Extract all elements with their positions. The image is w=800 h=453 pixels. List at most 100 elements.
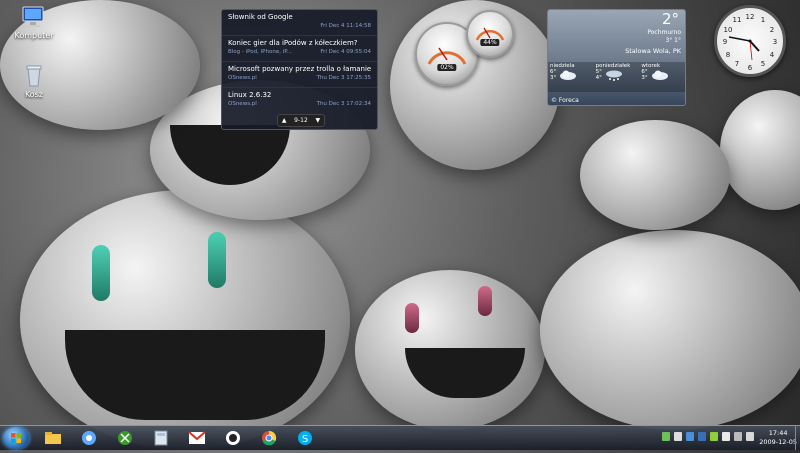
weather-provider[interactable]: © Foreca	[551, 97, 579, 104]
battery-icon[interactable]	[722, 432, 730, 441]
forecast-low: 3°	[641, 75, 648, 81]
rss-item-title: Koniec gier dla iPodów z kółeczkiem?	[228, 39, 358, 47]
forecast-low: 3°	[550, 75, 557, 81]
wallpaper-creature	[580, 120, 730, 230]
forecast-day: wtorek 6° 3°	[639, 62, 685, 92]
show-desktop-button[interactable]	[795, 426, 800, 450]
skype-icon: S	[298, 431, 312, 445]
desktop-icon-recycle-bin[interactable]: Kosz	[6, 64, 62, 99]
taskbar-itunes[interactable]	[74, 428, 104, 448]
wallpaper-eye	[478, 286, 492, 316]
wallpaper-mouth	[65, 330, 325, 420]
desktop-icon-label: Komputer	[14, 31, 54, 40]
weather-forecast: niedziela 6° 3° poniedziałek 5° 4° wtore…	[548, 62, 685, 92]
svg-text:1: 1	[761, 16, 765, 24]
rss-item-title: Słownik od Google	[228, 13, 293, 21]
itunes-icon	[82, 431, 96, 445]
rss-item[interactable]: Słownik od Google Fri Dec 4 11:14:58	[222, 10, 377, 36]
rss-item-date: Fri Dec 4 11:14:58	[320, 23, 371, 29]
forecast-day: niedziela 6° 3°	[548, 62, 594, 92]
taskbar-time: 17:44	[768, 429, 788, 437]
taskbar-skype[interactable]: S	[290, 428, 320, 448]
analog-clock-gadget[interactable]: 12 3 6 9 12 45 7 8 10 11	[714, 5, 786, 77]
rss-item[interactable]: Linux 2.6.32 OSnews.pl Thu Dec 3 17:02:34	[222, 88, 377, 114]
network-icon[interactable]	[662, 432, 670, 441]
chrome-icon	[262, 430, 277, 446]
taskbar-xbox[interactable]	[110, 428, 140, 448]
taskbar-calculator[interactable]	[146, 428, 176, 448]
forecast-low: 4°	[595, 75, 602, 81]
snow-cloud-icon	[605, 70, 622, 81]
svg-text:7: 7	[735, 60, 739, 68]
update-icon[interactable]	[698, 432, 706, 441]
svg-text:4: 4	[770, 51, 775, 59]
volume-icon[interactable]	[746, 432, 754, 441]
weather-gadget[interactable]: 2° Pochmurno 3° 1° Stalowa Wola, PK nied…	[547, 9, 686, 106]
windows-logo-icon	[11, 433, 21, 443]
explorer-icon	[45, 432, 61, 444]
previous-page-icon[interactable]: ▲	[282, 117, 287, 124]
cpu-percent: 02%	[437, 63, 457, 71]
wallpaper-creature	[720, 90, 800, 210]
taskbar: S 17:44 2009-12-05	[0, 425, 800, 450]
wallpaper-eye	[405, 303, 419, 333]
svg-text:2: 2	[770, 26, 774, 34]
rss-item-source: OSnews.pl	[228, 101, 257, 107]
svg-text:S: S	[302, 434, 308, 445]
svg-text:8: 8	[726, 51, 730, 59]
svg-text:12: 12	[746, 13, 755, 21]
xbox-icon	[118, 431, 132, 445]
weather-condition: Pochmurno	[647, 29, 681, 36]
computer-icon	[20, 5, 48, 29]
antivirus-icon[interactable]	[710, 432, 718, 441]
memory-percent: 44%	[480, 39, 500, 47]
rss-item-date: Thu Dec 3 17:25:35	[316, 75, 371, 81]
svg-text:11: 11	[733, 16, 742, 24]
cloud-icon	[560, 70, 577, 80]
weather-location: Stalowa Wola, PK	[625, 47, 681, 55]
weather-temperature: 2°	[661, 10, 679, 28]
rss-item-title: Microsoft pozwany przez trolla o łamanie…	[228, 65, 371, 73]
rss-pager-label: 9-12	[294, 117, 308, 124]
rss-item-source: Blog - iPod, iPhone, iP...	[228, 49, 292, 55]
rss-item-source: OSnews.pl	[228, 75, 257, 81]
clock-face-icon: 12 3 6 9 12 45 78 1011	[723, 13, 777, 72]
wallpaper-eye	[208, 232, 226, 288]
rss-feed-gadget: Słownik od Google Fri Dec 4 11:14:58 Kon…	[221, 9, 378, 130]
bluetooth-icon[interactable]	[686, 432, 694, 441]
recycle-bin-icon	[20, 64, 48, 88]
next-page-icon[interactable]: ▼	[316, 117, 321, 124]
taskbar-clock[interactable]: 17:44 2009-12-05	[759, 429, 797, 447]
taskbar-explorer[interactable]	[38, 428, 68, 448]
rss-pager: ▲ 9-12 ▼	[277, 114, 325, 127]
rss-item[interactable]: Microsoft pozwany przez trolla o łamanie…	[222, 62, 377, 88]
rss-item-title: Linux 2.6.32	[228, 91, 272, 99]
forecast-day: poniedziałek 5° 4°	[594, 62, 640, 92]
svg-text:3: 3	[773, 38, 777, 46]
wallpaper-eye	[92, 245, 110, 301]
calculator-icon	[154, 430, 168, 446]
taskbar-photo-viewer[interactable]	[218, 428, 248, 448]
system-tray	[662, 432, 754, 441]
cloud-icon	[651, 70, 668, 80]
svg-text:10: 10	[724, 26, 733, 34]
taskbar-chrome[interactable]	[254, 428, 284, 448]
photo-viewer-icon	[226, 431, 240, 445]
gauge-dial-icon	[475, 27, 505, 41]
svg-text:5: 5	[761, 60, 765, 68]
start-button[interactable]	[3, 427, 29, 449]
svg-text:6: 6	[748, 64, 753, 72]
memory-meter-gauge[interactable]: 44%	[466, 10, 514, 58]
weather-high-low: 3° 1°	[665, 37, 681, 44]
rss-item-date: Thu Dec 3 17:02:34	[316, 101, 371, 107]
action-center-flag-icon[interactable]	[674, 432, 682, 441]
gmail-icon	[188, 431, 206, 444]
rss-item-date: Fri Dec 4 09:55:04	[320, 49, 371, 55]
desktop-icon-computer[interactable]: Komputer	[6, 5, 62, 40]
taskbar-date: 2009-12-05	[759, 438, 797, 446]
svg-text:9: 9	[723, 38, 727, 46]
rss-item[interactable]: Koniec gier dla iPodów z kółeczkiem? Blo…	[222, 36, 377, 62]
wallpaper-creature-right	[540, 230, 800, 430]
taskbar-gmail[interactable]	[182, 428, 212, 448]
signal-icon[interactable]	[734, 432, 742, 441]
